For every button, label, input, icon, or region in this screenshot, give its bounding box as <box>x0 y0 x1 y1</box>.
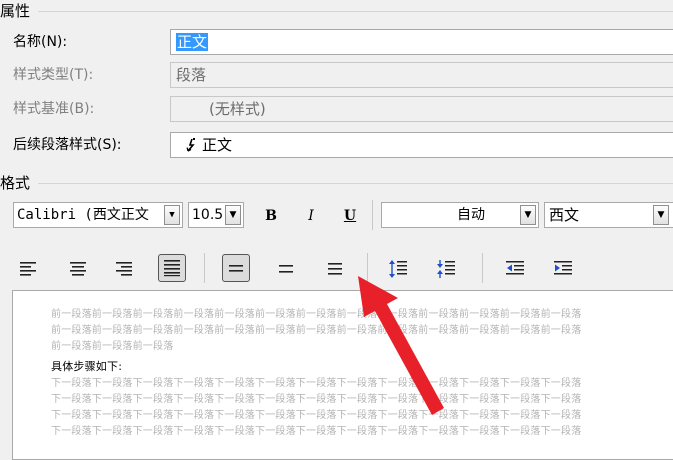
justify-icon <box>164 260 180 277</box>
style-type-label: 样式类型(T): <box>13 67 94 83</box>
properties-section-title: 属性 <box>0 2 31 20</box>
increase-indent-button[interactable] <box>549 255 577 283</box>
chevron-down-icon[interactable]: ▼ <box>653 205 669 225</box>
next-style-label: 后续段落样式(S): <box>13 137 122 153</box>
chevron-down-icon[interactable]: ▼ <box>164 205 180 225</box>
toolbar-separator <box>482 253 483 283</box>
preview-previous-paragraph-line: 前一段落前一段落前一段落前一段落前一段落前一段落前一段落前一段落前一段落前一段落… <box>51 325 582 336</box>
paragraph-style-icon <box>184 136 196 160</box>
preview-next-paragraph-line: 下一段落下一段落下一段落下一段落下一段落下一段落下一段落下一段落下一段落下一段落… <box>51 426 582 437</box>
based-on-field: (无样式) <box>170 96 673 122</box>
based-on-label: 样式基准(B): <box>13 101 95 117</box>
style-type-field: 段落 <box>170 62 673 88</box>
format-section-title: 格式 <box>0 174 31 192</box>
script-combo[interactable]: 西文 ▼ <box>544 202 673 228</box>
bold-button[interactable]: B <box>258 203 284 229</box>
font-name-value: Calibri (西文正文 <box>17 207 149 223</box>
format-divider <box>38 183 673 184</box>
preview-current-paragraph: 具体步骤如下: <box>51 360 123 373</box>
preview-next-paragraph-line: 下一段落下一段落下一段落下一段落下一段落下一段落下一段落下一段落下一段落下一段落… <box>51 378 582 389</box>
align-center-button[interactable] <box>64 255 92 283</box>
align-right-icon <box>116 262 132 276</box>
preview-previous-paragraph-line: 前一段落前一段落前一段落 <box>51 341 174 352</box>
script-value: 西文 <box>549 206 580 224</box>
based-on-value: (无样式) <box>209 100 266 118</box>
align-left-icon <box>20 262 36 276</box>
chevron-down-icon[interactable]: ▼ <box>520 205 536 225</box>
increase-indent-icon <box>554 261 572 275</box>
align-left-button[interactable] <box>14 255 42 283</box>
preview-next-paragraph-line: 下一段落下一段落下一段落下一段落下一段落下一段落下一段落下一段落下一段落下一段落… <box>51 410 582 421</box>
single-spacing-icon <box>229 265 243 272</box>
underline-button[interactable]: U <box>337 203 363 229</box>
decrease-indent-button[interactable] <box>501 255 529 283</box>
one-half-spacing-icon <box>279 265 293 273</box>
font-color-value: 自动 <box>457 207 485 223</box>
style-type-value: 段落 <box>176 66 207 84</box>
name-field-value: 正文 <box>176 33 209 51</box>
preview-previous-paragraph-line: 前一段落前一段落前一段落前一段落前一段落前一段落前一段落前一段落前一段落前一段落… <box>51 309 582 320</box>
name-field[interactable]: 正文 <box>170 29 673 55</box>
next-style-value: 正文 <box>202 136 233 154</box>
toolbar-separator <box>204 253 205 283</box>
font-color-combo[interactable]: 自动 ▼ <box>381 202 539 228</box>
justify-button[interactable] <box>158 254 186 282</box>
decrease-indent-icon <box>506 261 524 275</box>
italic-button[interactable]: I <box>298 203 324 229</box>
properties-divider <box>38 11 673 12</box>
preview-next-paragraph-line: 下一段落下一段落下一段落下一段落下一段落下一段落下一段落下一段落下一段落下一段落… <box>51 394 582 405</box>
align-right-button[interactable] <box>110 255 138 283</box>
name-label: 名称(N): <box>13 34 68 50</box>
toolbar-separator <box>372 200 373 230</box>
font-name-combo[interactable]: Calibri (西文正文 ▼ <box>13 202 183 228</box>
next-style-field[interactable]: 正文 <box>170 132 673 158</box>
one-half-spacing-button[interactable] <box>272 255 300 283</box>
chevron-down-icon[interactable]: ▼ <box>225 205 241 225</box>
red-arrow-annotation <box>358 276 444 415</box>
align-center-icon <box>70 262 86 276</box>
font-size-value: 10.5 <box>192 207 224 223</box>
single-spacing-button[interactable] <box>222 254 250 282</box>
font-size-combo[interactable]: 10.5 ▼ <box>188 202 244 228</box>
